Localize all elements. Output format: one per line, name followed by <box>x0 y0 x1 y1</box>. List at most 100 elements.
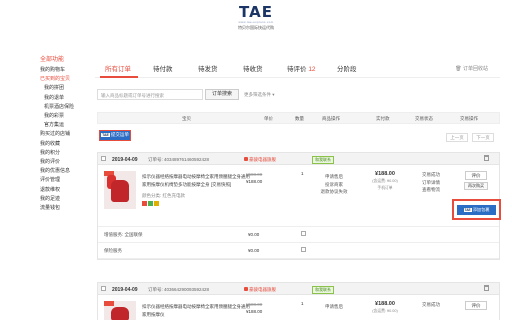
review-button[interactable]: 评价 <box>465 301 487 310</box>
shipping-included: (含运费: ¥0.00) <box>372 309 398 313</box>
order-date: 2019-04-09 <box>112 156 138 163</box>
product-title[interactable]: 扣示仪器经络按摩器电动按摩椅全家用颈腰腿全身通用家用按摩仪机椅垫多功能按摩全身 … <box>142 173 250 188</box>
order-block: 2019-04-09 订单号: 403489761460592428 豪骏电器旗… <box>97 152 500 260</box>
sidebar-item[interactable]: 我的积分 <box>40 149 88 158</box>
order-header: 2019-04-09 订单号: 403489761460592428 豪骏电器旗… <box>98 153 499 165</box>
logo-subtitle: 特贝尔国际快运代购 <box>238 25 274 30</box>
prev-page-button[interactable]: 上一页 <box>446 133 468 142</box>
service-price: ¥0.00 <box>248 232 260 237</box>
massage-chair-image <box>111 180 129 202</box>
order-details-link[interactable]: 订单详情 <box>414 179 448 187</box>
sidebar-item[interactable]: 退款维权 <box>40 186 88 195</box>
sidebar-item[interactable]: 官方集运 <box>40 121 88 130</box>
refund-agreement-status: 退款协议失效 <box>320 189 348 194</box>
tab-pending-review[interactable]: 待评价 12 <box>287 63 316 73</box>
sidebar-item[interactable]: 我的退单 <box>40 94 88 103</box>
sidebar-item[interactable]: 流量钱包 <box>40 204 88 213</box>
order-number: 订单号: 403664290093592428 <box>148 286 210 292</box>
sidebar-title[interactable]: 全部功能 <box>40 54 88 63</box>
original-price: ¥588.00 <box>246 302 263 307</box>
product-thumbnail[interactable] <box>104 171 136 209</box>
sidebar-item[interactable]: 我的拼团 <box>40 84 88 93</box>
sidebar-item[interactable]: 我的收藏 <box>40 140 88 149</box>
order-date: 2019-04-09 <box>112 286 138 293</box>
insurance-row: 保险服务 ¥0.00 <box>98 243 499 259</box>
service-checkbox[interactable] <box>301 231 306 236</box>
submit-waybill-button[interactable]: TAE 提交运单 <box>99 130 131 141</box>
trade-actions: 评价 <box>456 301 496 312</box>
add-package-button[interactable]: TAE 添加包裹 <box>457 205 496 215</box>
complain-seller-link[interactable]: 投诉商家 <box>316 181 352 189</box>
logo-text: TAE <box>239 3 273 21</box>
paid-amount: ¥188.00 <box>375 171 395 177</box>
product-title[interactable]: 扣示仪器经络按摩器电动按摩椅全家用颈腰腿全身通用家用按摩仪 <box>142 303 250 318</box>
logo-mark: TAE <box>236 5 276 20</box>
trade-status: 交易成功 <box>422 302 440 307</box>
tab-pending-receipt[interactable]: 待收货 <box>243 63 263 73</box>
col-status[interactable]: 交易状态 <box>415 116 433 122</box>
delete-order-icon[interactable] <box>484 155 489 161</box>
shop-link[interactable]: 豪骏电器旗舰 <box>244 287 276 293</box>
insurance-checkbox[interactable] <box>301 247 306 252</box>
order-recycle-link[interactable]: 🗑 订单回收站 <box>455 65 488 72</box>
col-quantity: 数量 <box>295 116 304 121</box>
sidebar-item[interactable]: 我的评价 <box>40 158 88 167</box>
order-search-input[interactable]: 输入商品标题或订单号进行搜索 <box>97 89 203 100</box>
sidebar-item[interactable]: 已买到的宝贝 <box>40 75 88 84</box>
shipping-included: (含运费: ¥0.00) <box>372 179 398 183</box>
apply-after-sale-link[interactable]: 申请售后 <box>316 303 352 311</box>
tae-logo[interactable]: TAE www.tae-express.com 特贝尔国际快运代购 <box>236 5 276 31</box>
paid-amount-cell: ¥188.00 (含运费: ¥0.00) 手机订单 <box>360 171 410 192</box>
view-logistics-link[interactable]: 查看物流 <box>414 186 448 194</box>
chevron-down-icon: ▾ <box>272 92 275 97</box>
tae-tag: TAE <box>463 208 472 212</box>
sidebar-item[interactable]: 我的优惠信息 <box>40 167 88 176</box>
tab-all-orders[interactable]: 所有订单 <box>105 63 131 73</box>
order-checkbox[interactable] <box>101 286 106 291</box>
more-filters-link[interactable]: 更多筛选条件 ▾ <box>244 92 275 98</box>
order-block: 2019-04-09 订单号: 403664290093592428 豪骏电器旗… <box>97 282 500 320</box>
paid-amount: ¥188.00 <box>375 301 395 307</box>
order-tabs: 所有订单 待付款 待发货 待收货 待评价 12 分阶段 🗑 订单回收站 <box>95 60 500 78</box>
col-item-ops: 商品操作 <box>322 116 340 121</box>
sidebar-list: 我的购物车 已买到的宝贝 我的拼团 我的退单 机票酒店保险 我的彩票 官方集运 购买过的店铺我… <box>40 66 88 213</box>
sidebar-item[interactable]: 我的购物车 <box>40 66 88 75</box>
next-page-button[interactable]: 下一页 <box>472 133 494 142</box>
sidebar-item[interactable]: 我的足迹 <box>40 195 88 204</box>
service-name: 增值服务: 全国联保 <box>104 232 143 237</box>
contact-seller-button[interactable]: 和我联系 <box>312 285 334 294</box>
mobile-order-link[interactable]: 手机订单 <box>360 185 410 192</box>
tae-tag: TAE <box>101 133 110 137</box>
col-trade-ops: 交易操作 <box>460 116 478 121</box>
item-quantity: 1 <box>301 301 304 306</box>
promo-badge <box>104 301 114 306</box>
shop-link[interactable]: 豪骏电器旗舰 <box>244 157 276 163</box>
order-checkbox[interactable] <box>101 156 106 161</box>
buy-again-button[interactable]: 再次购买 <box>464 182 488 190</box>
trade-status-cell: 交易成功 订单详情 查看物流 <box>414 171 448 194</box>
item-ops: 申请售后 <box>316 303 352 311</box>
sale-price: ¥188.00 <box>246 309 263 314</box>
order-search-button[interactable]: 订单搜索 <box>205 89 239 100</box>
delete-order-icon[interactable] <box>484 285 489 291</box>
tab-pending-shipment[interactable]: 待发货 <box>198 63 218 73</box>
sale-price: ¥188.00 <box>246 179 263 184</box>
tab-staged[interactable]: 分阶段 <box>337 63 357 73</box>
green-service-icon <box>148 201 153 206</box>
sidebar-item[interactable]: 评价管理 <box>40 176 88 185</box>
item-quantity: 1 <box>301 171 304 176</box>
massage-chair-image <box>111 307 129 320</box>
review-button[interactable]: 评价 <box>465 171 487 180</box>
contact-seller-button[interactable]: 和我联系 <box>312 155 334 164</box>
tab-pending-payment[interactable]: 待付款 <box>153 63 173 73</box>
col-item: 宝贝 <box>182 116 191 121</box>
yellow-service-icon <box>154 201 159 206</box>
sidebar-item[interactable]: 购买过的店铺 <box>40 130 88 139</box>
product-thumbnail[interactable] <box>104 301 136 320</box>
apply-after-sale-link[interactable]: 申请售后 <box>316 173 352 181</box>
sidebar-item[interactable]: 机票酒店保险 <box>40 103 88 112</box>
service-row: 增值服务: 全国联保 ¥0.00 <box>98 227 499 243</box>
col-paid: 实付款 <box>376 116 390 121</box>
sidebar-item[interactable]: 我的彩票 <box>40 112 88 121</box>
item-ops: 申请售后 投诉商家 退款协议失效 <box>316 173 352 196</box>
